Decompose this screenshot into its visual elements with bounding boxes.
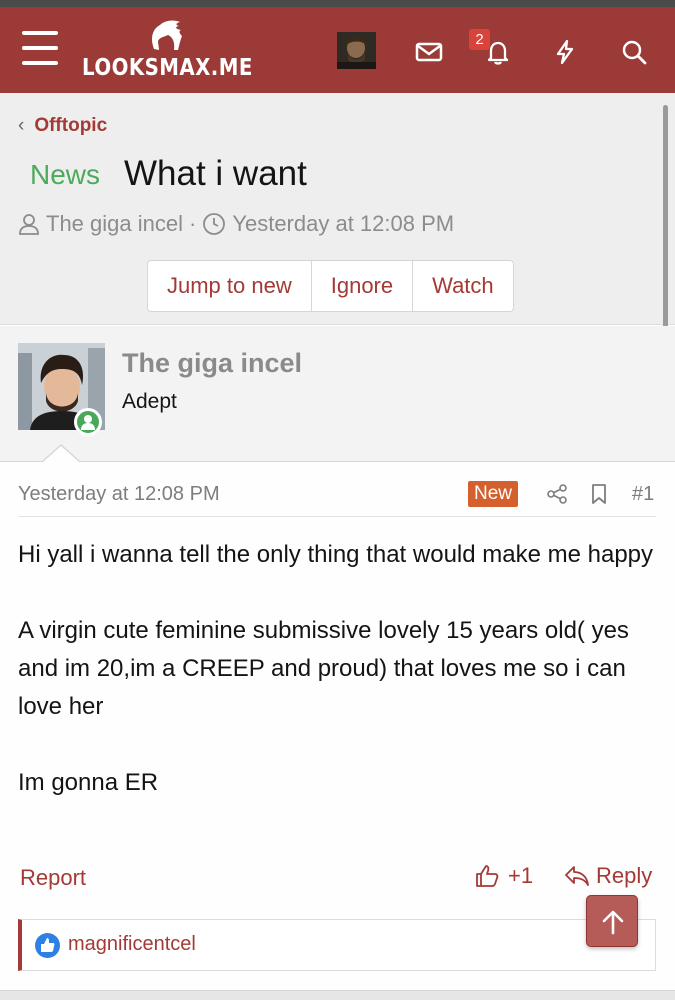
user-role: Adept bbox=[122, 390, 177, 413]
like-button[interactable]: +1 bbox=[474, 863, 533, 889]
reply-button[interactable]: Reply bbox=[563, 863, 652, 889]
user-avatar[interactable] bbox=[337, 32, 376, 69]
breadcrumb-label[interactable]: Offtopic bbox=[34, 115, 107, 136]
reactions-bar[interactable]: magnificentcel bbox=[18, 919, 656, 971]
post-paragraph: Hi yall i wanna tell the only thing that… bbox=[18, 541, 654, 568]
hamburger-icon[interactable] bbox=[22, 31, 58, 65]
breadcrumb[interactable]: ‹ Offtopic bbox=[18, 115, 107, 137]
thumbs-up-icon bbox=[476, 865, 499, 887]
notification-badge[interactable]: 2 bbox=[469, 29, 490, 50]
thread-meta: The giga incel · Yesterday at 12:08 PM bbox=[18, 211, 454, 237]
like-reaction-icon bbox=[35, 933, 60, 958]
search-icon[interactable] bbox=[620, 38, 648, 66]
reply-label: Reply bbox=[596, 863, 653, 888]
logo-text: LOOKSMAX.ME bbox=[82, 55, 253, 81]
thread-time[interactable]: Yesterday at 12:08 PM bbox=[232, 211, 454, 237]
thread-header: ‹ Offtopic News What i want The giga ince… bbox=[0, 93, 675, 393]
new-badge: New bbox=[468, 481, 519, 507]
post-paragraph: Im gonna ER bbox=[18, 769, 159, 796]
jump-to-new-button[interactable]: Jump to new bbox=[148, 261, 312, 311]
meta-separator: · bbox=[188, 211, 197, 236]
thread-actions: Jump to new Ignore Watch bbox=[147, 260, 514, 312]
site-header: LOOKSMAX.ME 2 bbox=[0, 7, 675, 93]
user-icon bbox=[19, 214, 39, 235]
thread-author[interactable]: The giga incel bbox=[46, 211, 183, 237]
thread-prefix[interactable]: News bbox=[30, 159, 100, 191]
post-date[interactable]: Yesterday at 12:08 PM bbox=[18, 483, 220, 506]
status-strip bbox=[0, 0, 675, 7]
clock-icon bbox=[203, 213, 226, 235]
chevron-left-icon: ‹ bbox=[18, 115, 25, 136]
bookmark-icon[interactable] bbox=[589, 483, 609, 505]
site-logo[interactable]: LOOKSMAX.ME bbox=[82, 19, 252, 85]
scroll-to-top-button[interactable] bbox=[586, 895, 638, 947]
post-user-bar: The giga incel Adept bbox=[0, 326, 675, 462]
next-post-edge bbox=[0, 990, 675, 1000]
post-paragraph: A virgin cute feminine submissive lovely… bbox=[18, 617, 629, 720]
post-username[interactable]: The giga incel bbox=[122, 348, 302, 379]
online-status-icon bbox=[74, 408, 102, 436]
report-link[interactable]: Report bbox=[20, 865, 86, 891]
message-arrow bbox=[43, 446, 79, 462]
like-count: +1 bbox=[508, 863, 534, 888]
watch-button[interactable]: Watch bbox=[413, 261, 513, 311]
lightning-icon[interactable] bbox=[551, 38, 579, 66]
reply-icon bbox=[565, 866, 589, 886]
page-title: What i want bbox=[124, 154, 307, 193]
share-icon[interactable] bbox=[546, 483, 568, 505]
reaction-username[interactable]: magnificentcel bbox=[68, 933, 196, 956]
envelope-icon[interactable] bbox=[415, 38, 443, 66]
post-body: Hi yall i wanna tell the only thing that… bbox=[18, 536, 663, 840]
logo-hair-icon bbox=[152, 20, 182, 50]
post-number[interactable]: #1 bbox=[632, 483, 654, 506]
arrow-up-icon bbox=[602, 910, 624, 935]
post-header: Yesterday at 12:08 PM New #1 bbox=[18, 481, 656, 517]
ignore-button[interactable]: Ignore bbox=[312, 261, 414, 311]
